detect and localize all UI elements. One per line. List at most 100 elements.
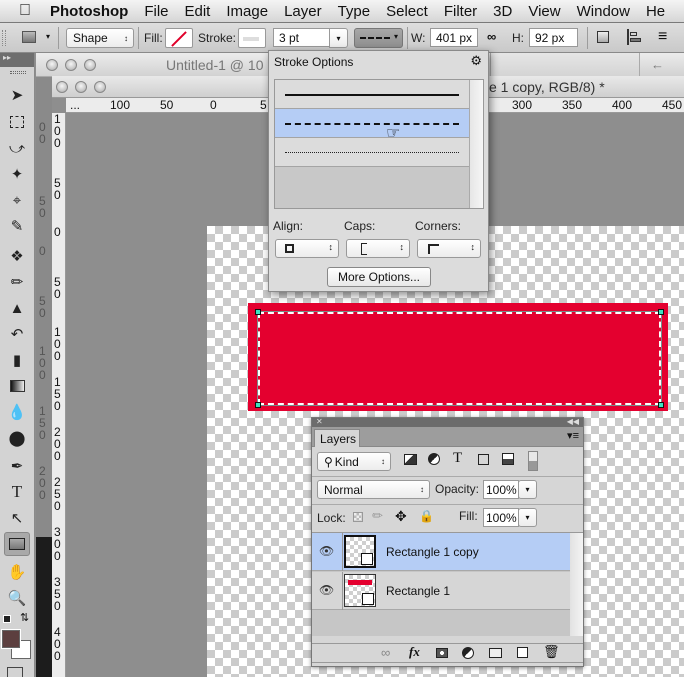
layer-row[interactable]: 👁 Rectangle 1 copy [312, 533, 570, 571]
path-alignment-icon[interactable] [627, 29, 641, 45]
stroke-width-dropdown[interactable]: ▾ [329, 28, 348, 48]
tool-mode-select[interactable]: Shape ↕ [66, 28, 134, 48]
stroke-width-input[interactable]: 3 pt [273, 28, 330, 47]
blur-tool-icon[interactable]: 💧 [4, 400, 30, 424]
history-brush-tool-icon[interactable]: ↶ [4, 322, 30, 346]
healing-brush-tool-icon[interactable]: ❖ [4, 244, 30, 268]
path-operations-icon[interactable] [597, 31, 609, 43]
panel-menu-icon[interactable]: ▾≡ [567, 429, 579, 442]
tools-panel-header[interactable]: ▸▸ [0, 53, 34, 67]
blend-mode-select[interactable]: Normal ↕ [317, 480, 430, 499]
rectangle-tool-preset-icon[interactable] [22, 31, 36, 43]
crop-tool-icon[interactable]: ⌖ [4, 188, 30, 212]
selected-shape-path-dashed-stroke[interactable] [255, 309, 664, 408]
filter-adjustment-layers-icon[interactable] [428, 453, 440, 465]
menu-edit[interactable]: Edit [177, 3, 219, 20]
lasso-tool-icon[interactable]: ⤻ [4, 136, 30, 160]
menu-view[interactable]: View [520, 3, 568, 20]
eraser-tool-icon[interactable]: ▮ [4, 348, 30, 372]
menu-3d[interactable]: 3D [485, 3, 520, 20]
minimize-button[interactable] [75, 81, 87, 93]
fill-dropdown[interactable]: ▾ [518, 508, 537, 527]
visibility-eye-icon[interactable]: 👁 [319, 583, 334, 597]
close-panel-icon[interactable]: ✕ [316, 417, 323, 426]
filter-kind-select[interactable]: ⚲ Kind ↕ [317, 452, 391, 471]
menu-app-name[interactable]: Photoshop [42, 3, 136, 20]
new-group-folder-icon[interactable] [489, 648, 502, 658]
fill-input[interactable]: 100% [483, 508, 519, 527]
filter-pixel-layers-icon[interactable] [404, 454, 417, 465]
anchor-point[interactable] [658, 309, 664, 315]
grip-handle[interactable] [2, 30, 6, 46]
apple-icon[interactable]:  [14, 2, 36, 20]
stroke-swatch[interactable] [238, 28, 266, 48]
clone-stamp-tool-icon[interactable]: ▲ [4, 296, 30, 320]
menu-layer[interactable]: Layer [276, 3, 330, 20]
foreground-color-swatch[interactable] [1, 629, 21, 649]
layer-style-fx-icon[interactable]: fx [409, 644, 420, 660]
layer-name[interactable]: Rectangle 1 copy [386, 545, 479, 559]
link-layers-icon[interactable]: ∞ [381, 645, 390, 660]
preset-dropdown-arrow-icon[interactable]: ▾ [46, 32, 50, 41]
align-select[interactable]: ↕ [275, 239, 339, 258]
zoom-tool-icon[interactable]: 🔍 [4, 586, 30, 610]
opacity-input[interactable]: 100% [483, 480, 519, 499]
opacity-dropdown[interactable]: ▾ [518, 480, 537, 499]
filter-type-layers-icon[interactable]: T [453, 450, 462, 467]
stroke-preset-dashed[interactable] [275, 109, 469, 138]
back-arrow-icon[interactable]: ← [651, 57, 664, 72]
rectangle-tool-icon[interactable] [4, 532, 30, 556]
link-dimensions-icon[interactable]: ∞ [487, 29, 496, 44]
filter-shape-layers-icon[interactable] [478, 454, 489, 465]
gear-icon[interactable]: ⚙ [470, 53, 482, 69]
new-layer-icon[interactable] [517, 647, 528, 658]
grip-handle[interactable] [10, 71, 26, 74]
marquee-tool-icon[interactable] [4, 110, 30, 134]
magic-wand-tool-icon[interactable]: ✦ [4, 162, 30, 186]
path-selection-tool-icon[interactable]: ↖ [4, 506, 30, 530]
lock-image-pixels-icon[interactable]: ✏ [372, 508, 383, 524]
corners-select[interactable]: ↕ [417, 239, 481, 258]
bg-zoom-button[interactable] [84, 59, 96, 71]
menu-select[interactable]: Select [378, 3, 436, 20]
menu-filter[interactable]: Filter [436, 3, 485, 20]
add-mask-icon[interactable] [436, 648, 448, 658]
default-colors-icon[interactable] [3, 615, 11, 623]
visibility-eye-icon[interactable]: 👁 [319, 544, 334, 558]
type-tool-icon[interactable]: T [4, 480, 30, 504]
fill-swatch[interactable] [165, 28, 193, 48]
delete-layer-trash-icon[interactable]: 🗑 [543, 644, 560, 660]
swap-colors-icon[interactable]: ⇅ [20, 611, 29, 624]
menu-type[interactable]: Type [330, 3, 379, 20]
gradient-tool-icon[interactable] [4, 374, 30, 398]
lock-all-icon[interactable]: 🔒 [419, 509, 434, 523]
filter-toggle-switch[interactable] [528, 451, 538, 471]
path-arrangement-icon[interactable]: ≡ [658, 28, 667, 46]
bg-doc-tab[interactable] [490, 53, 640, 76]
move-tool-icon[interactable]: ➤ [4, 83, 30, 107]
menu-window[interactable]: Window [569, 3, 638, 20]
close-button[interactable] [56, 81, 68, 93]
dodge-sponge-tool-icon[interactable]: ⬤ [4, 426, 30, 450]
collapse-panel-icon[interactable]: ◀◀ [567, 417, 579, 426]
caps-select[interactable]: ↕ [346, 239, 410, 258]
layers-scrollbar[interactable] [570, 533, 583, 636]
new-adjustment-layer-icon[interactable] [462, 647, 474, 659]
anchor-point[interactable] [255, 402, 261, 408]
stroke-preset-dotted[interactable] [275, 138, 469, 167]
menu-image[interactable]: Image [218, 3, 276, 20]
layer-row[interactable]: 👁 Rectangle 1 [312, 572, 570, 610]
more-options-button[interactable]: More Options... [327, 267, 431, 287]
layer-name[interactable]: Rectangle 1 [386, 584, 450, 598]
lock-position-icon[interactable]: ✥ [395, 508, 407, 525]
tab-layers[interactable]: Layers [314, 429, 360, 447]
quick-mask-icon[interactable] [7, 667, 23, 677]
zoom-button[interactable] [94, 81, 106, 93]
anchor-point[interactable] [658, 402, 664, 408]
layer-thumbnail[interactable] [344, 535, 376, 568]
vertical-ruler[interactable]: 1 0 0 5 0 0 5 0 1 0 0 1 5 0 2 0 0 2 5 0 … [52, 113, 66, 677]
filter-smart-objects-icon[interactable] [502, 453, 514, 465]
width-input[interactable]: 401 px [430, 28, 478, 47]
hand-tool-icon[interactable]: ✋ [4, 560, 30, 584]
menu-help[interactable]: He [638, 3, 673, 20]
